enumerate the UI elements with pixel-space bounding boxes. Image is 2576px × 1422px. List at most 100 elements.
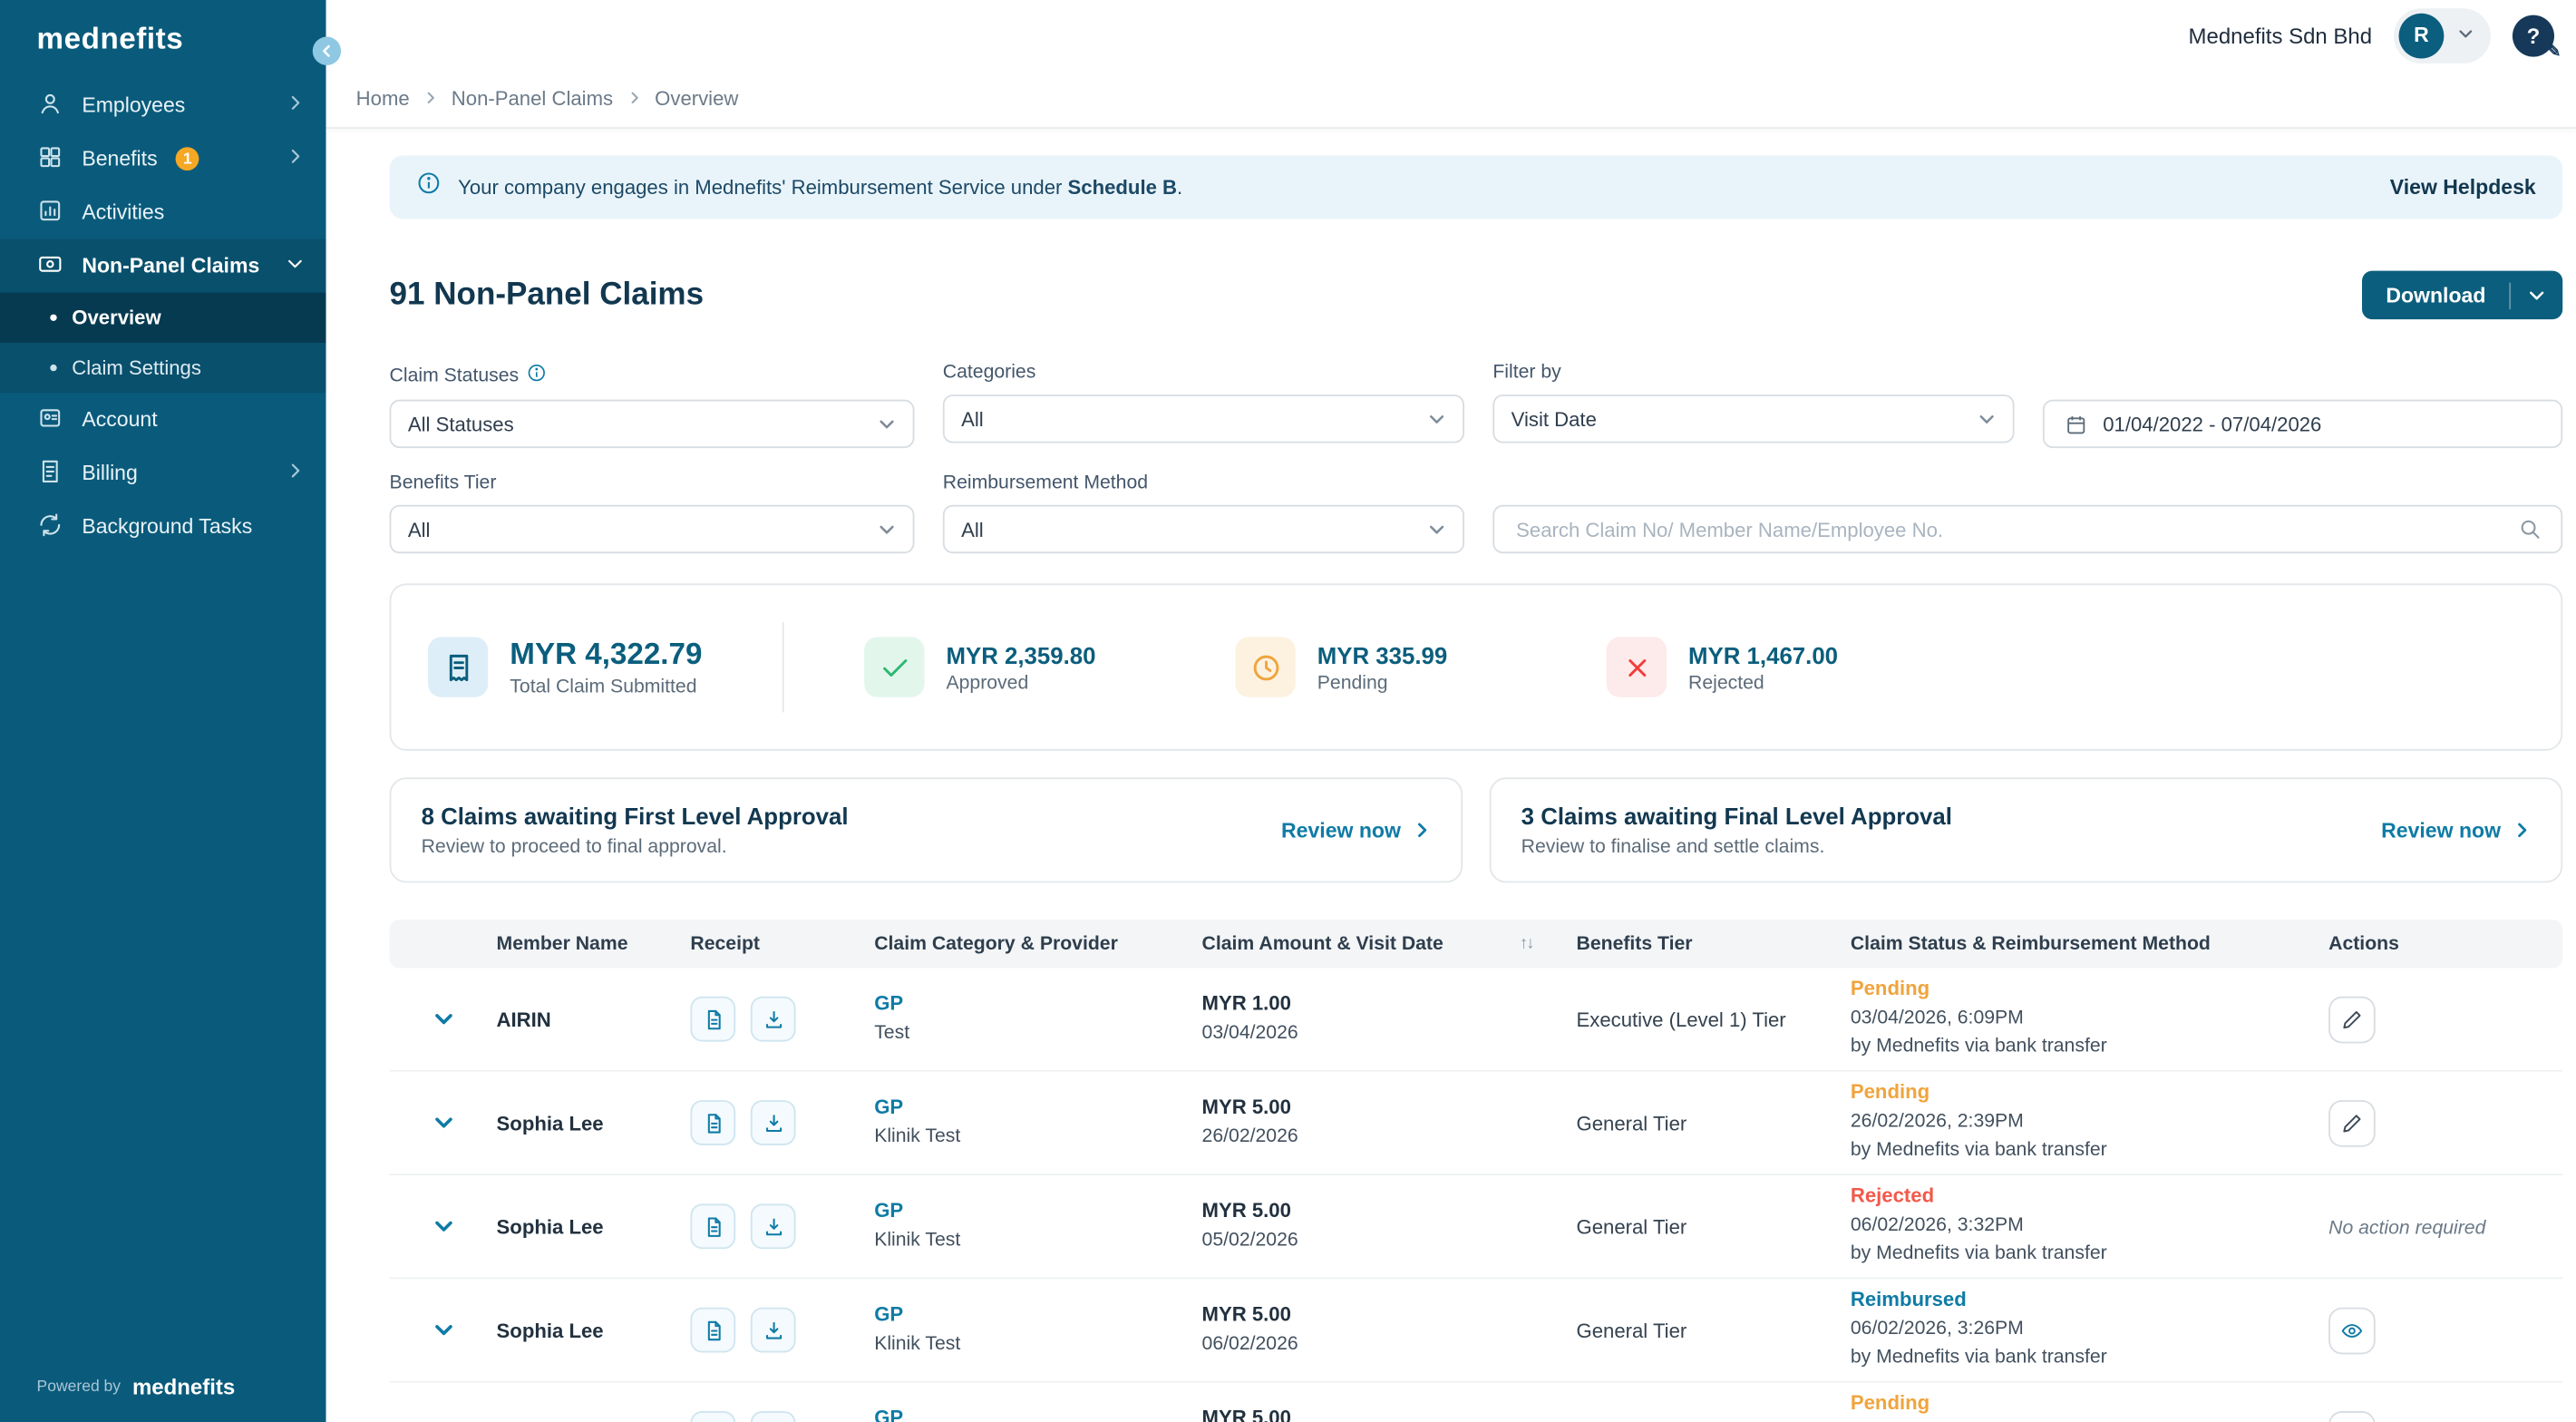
benefits-tier-select[interactable]: All <box>390 506 915 554</box>
sidebar-item-account[interactable]: Account <box>0 393 326 446</box>
claim-category: GP <box>874 1199 1201 1222</box>
select-value: Visit Date <box>1512 408 1597 432</box>
edit-claim-button[interactable] <box>2328 1411 2376 1422</box>
row-expand-icon[interactable] <box>433 1320 454 1341</box>
sidebar-item-benefits[interactable]: Benefits 1 <box>0 132 326 186</box>
approval-subtitle: Review to proceed to final approval. <box>422 838 849 858</box>
claim-statuses-select[interactable]: All Statuses <box>390 400 915 448</box>
row-expand-cell <box>390 1113 497 1135</box>
reimbursement-method-select[interactable]: All <box>943 506 1464 554</box>
claim-amount: MYR 5.00 <box>1202 1095 1577 1118</box>
view-receipt-button[interactable] <box>690 1101 735 1146</box>
help-button[interactable]: ?✎ <box>2513 15 2554 56</box>
row-expand-icon[interactable] <box>433 1216 454 1238</box>
info-banner: Your company engages in Mednefits' Reimb… <box>390 155 2563 219</box>
sidebar-nav: Employees Benefits 1 Activities Non-Pane… <box>0 79 326 1351</box>
view-receipt-button[interactable] <box>690 1309 735 1354</box>
breadcrumb-home[interactable]: Home <box>356 87 410 111</box>
search-input[interactable] <box>1512 517 2517 543</box>
visit-date: 05/02/2026 <box>1202 1227 1577 1256</box>
review-now-link[interactable]: Review now <box>2357 819 2531 842</box>
row-expand-cell <box>390 1320 497 1341</box>
select-value: All Statuses <box>408 413 514 436</box>
col-benefits-tier: Benefits Tier <box>1577 934 1851 954</box>
actions-cell <box>2328 1308 2562 1355</box>
chevron-down-icon <box>1427 410 1445 428</box>
sidebar-subitem-overview[interactable]: Overview <box>0 293 326 343</box>
category-cell: GP Klinik Test <box>874 1302 1201 1359</box>
view-claim-button[interactable] <box>2328 1308 2376 1355</box>
actions-cell: No action required <box>2328 1215 2562 1239</box>
status-cell: Reimbursed 06/02/2026, 3:26PM by Mednefi… <box>1851 1288 2328 1374</box>
sidebar-subitem-claim-settings[interactable]: Claim Settings <box>0 343 326 393</box>
sidebar-item-employees[interactable]: Employees <box>0 79 326 132</box>
view-receipt-button[interactable] <box>690 1204 735 1250</box>
user-menu[interactable]: R <box>2394 7 2491 63</box>
download-receipt-button[interactable] <box>751 1101 796 1146</box>
view-helpdesk-link[interactable]: View Helpdesk <box>2390 176 2536 200</box>
date-range-picker[interactable]: 01/04/2022 - 07/04/2026 <box>2043 400 2562 448</box>
visit-date: 26/02/2026 <box>1202 1124 1577 1153</box>
edit-claim-button[interactable] <box>2328 1100 2376 1147</box>
claim-amount: MYR 5.00 <box>1202 1406 1577 1422</box>
receipt-cell <box>690 1412 874 1422</box>
col-category: Claim Category & Provider <box>874 934 1201 954</box>
download-button[interactable]: Download <box>2363 271 2563 319</box>
member-name: AIRIN <box>497 1008 691 1032</box>
sidebar-item-non-panel-claims[interactable]: Non-Panel Claims <box>0 239 326 293</box>
reimbursement-method: by Mednefits via bank transfer <box>1851 1137 2328 1166</box>
stat-approved: MYR 2,359.80Approved <box>864 638 1235 697</box>
filter-by-select[interactable]: Visit Date <box>1492 395 2014 443</box>
actions-cell <box>2328 1100 2562 1147</box>
info-icon <box>527 364 547 389</box>
sidebar-collapse-button[interactable] <box>313 37 341 65</box>
breadcrumb: Home Non-Panel Claims Overview <box>326 70 2576 129</box>
chevron-down-icon <box>1427 521 1445 539</box>
review-now-link[interactable]: Review now <box>1258 819 1431 842</box>
breadcrumb-section[interactable]: Non-Panel Claims <box>452 87 613 111</box>
download-receipt-button[interactable] <box>751 1412 796 1422</box>
download-receipt-button[interactable] <box>751 1309 796 1354</box>
amount-cell: MYR 1.00 03/04/2026 <box>1202 991 1577 1048</box>
clock-icon <box>1235 638 1295 697</box>
file-icon <box>701 1215 724 1239</box>
download-receipt-button[interactable] <box>751 998 796 1043</box>
review-now-label: Review now <box>2381 819 2501 842</box>
date-range-value: 01/04/2022 - 07/04/2026 <box>2103 413 2321 436</box>
banner-text-suffix: . <box>1177 176 1182 200</box>
banknote-icon <box>37 250 63 282</box>
download-label: Download <box>2363 284 2510 307</box>
search-box <box>1492 506 2562 554</box>
sidebar-item-background-tasks[interactable]: Background Tasks <box>0 500 326 553</box>
approval-title: 8 Claims awaiting First Level Approval <box>422 804 849 830</box>
schedule-b-link[interactable]: Schedule B <box>1068 176 1177 200</box>
chevron-down-icon <box>1978 410 1996 428</box>
categories-select[interactable]: All <box>943 395 1464 443</box>
search-icon[interactable] <box>2517 517 2542 542</box>
claim-category: GP <box>874 1302 1201 1326</box>
edit-claim-button[interactable] <box>2328 997 2376 1044</box>
sort-icons[interactable]: ↑↓ <box>1520 935 1560 953</box>
help-label: ? <box>2527 23 2541 48</box>
view-receipt-button[interactable] <box>690 998 735 1043</box>
stat-amount: MYR 335.99 <box>1317 642 1447 668</box>
receipt-cell <box>690 1309 874 1354</box>
visit-date: 06/02/2026 <box>1202 1330 1577 1359</box>
benefits-icon <box>37 143 63 175</box>
row-expand-icon[interactable] <box>433 1113 454 1135</box>
filter-claim-statuses: Claim Statuses All Statuses <box>390 364 915 449</box>
download-receipt-button[interactable] <box>751 1204 796 1250</box>
chevron-down-icon[interactable] <box>2511 287 2562 305</box>
stat-amount: MYR 1,467.00 <box>1688 642 1838 668</box>
category-cell: GP Test <box>874 991 1201 1048</box>
download-icon <box>762 1319 785 1342</box>
benefits-tier: General Tier <box>1577 1112 1851 1135</box>
row-expand-icon[interactable] <box>433 1008 454 1030</box>
sidebar-item-activities[interactable]: Activities <box>0 186 326 239</box>
filters: Claim Statuses All Statuses Categories A… <box>390 364 2563 554</box>
stat-total-submitted: MYR 4,322.79Total Claim Submitted <box>428 638 783 697</box>
view-receipt-button[interactable] <box>690 1412 735 1422</box>
sidebar-item-label: Background Tasks <box>82 515 304 539</box>
sidebar-item-billing[interactable]: Billing <box>0 446 326 500</box>
categories-label: Categories <box>943 364 1464 384</box>
